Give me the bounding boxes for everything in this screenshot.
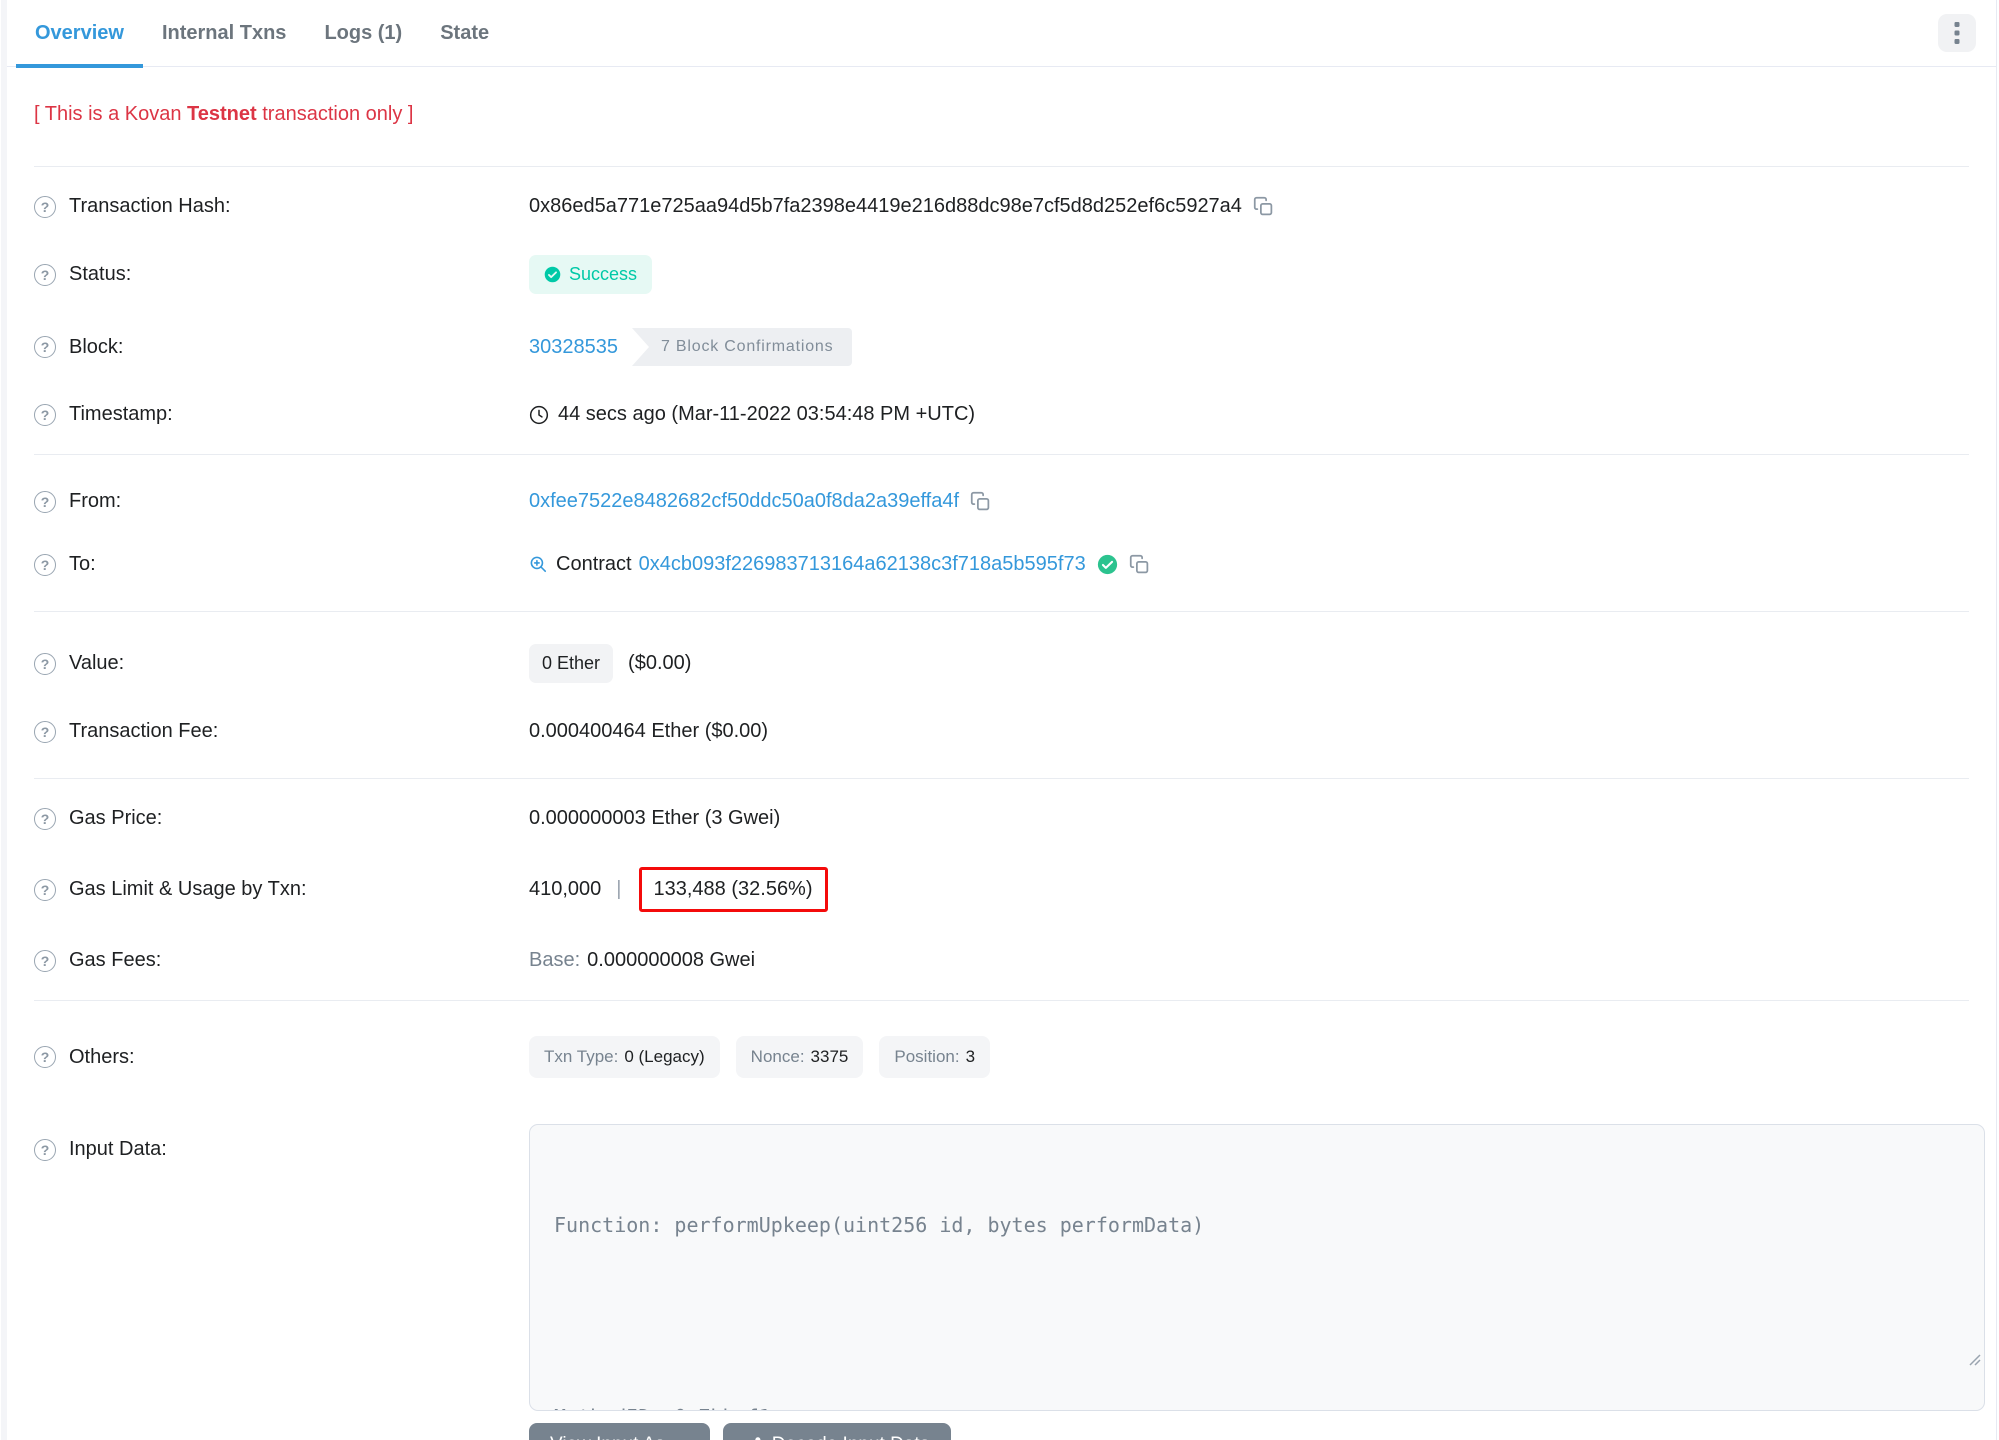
row-gas-price: ? Gas Price: 0.000000003 Ether (3 Gwei) [34, 787, 1969, 850]
help-icon[interactable]: ? [34, 263, 56, 286]
row-status: ? Status: Success [34, 238, 1969, 311]
base-fee-value: 0.000000008 Gwei [587, 949, 756, 971]
input-line [554, 1305, 1960, 1337]
decode-input-data-button[interactable]: Decode Input Data [722, 1423, 952, 1440]
copy-to-button[interactable] [1129, 554, 1150, 575]
row-gas-fees: ? Gas Fees: Base: 0.000000008 Gwei [34, 929, 1969, 992]
help-icon[interactable]: ? [34, 490, 56, 513]
tab-overview[interactable]: Overview [16, 0, 143, 68]
row-input-data: ? Input Data: Function: performUpkeep(uin… [34, 1107, 1985, 1440]
section-gas: ? Gas Price: 0.000000003 Ether (3 Gwei) ?… [34, 779, 1969, 1000]
transaction-fee-label: Transaction Fee: [69, 720, 219, 742]
page-edge [1, 0, 7, 1440]
testnet-warning: [ This is a Kovan Testnet transaction on… [34, 103, 414, 125]
row-transaction-hash: ? Transaction Hash: 0x86ed5a771e725aa94d5… [34, 175, 1969, 238]
row-transaction-fee: ? Transaction Fee: 0.000400464 Ether ($0.… [34, 700, 1969, 763]
from-label: From: [69, 490, 122, 512]
value-label: Value: [69, 652, 125, 674]
tab-internal-txns[interactable]: Internal Txns [143, 0, 305, 67]
transaction-hash-label: Transaction Hash: [69, 195, 231, 217]
copy-from-button[interactable] [970, 491, 991, 512]
row-others: ? Others: Txn Type: 0 (Legacy) Nonce: 3375 … [34, 1019, 1969, 1095]
clock-icon [529, 405, 549, 424]
to-label: To: [69, 553, 96, 575]
row-from: ? From: 0xfee7522e8482682cf50ddc50a0f8da2… [34, 470, 1969, 533]
input-data-label: Input Data: [69, 1138, 167, 1160]
zoom-in-icon[interactable] [529, 555, 548, 574]
gas-usage-value: 133,488 (32.56%) [653, 878, 813, 900]
gas-usage-annotation-box: 133,488 (32.56%) [638, 867, 828, 912]
section-value: ? Value: 0 Ether ($0.00) ? Transaction Fee… [34, 612, 1969, 778]
help-icon[interactable]: ? [34, 1046, 56, 1068]
tab-bar: Overview Internal Txns Logs (1) State [7, 0, 1996, 68]
txn-type-badge: Txn Type: 0 (Legacy) [529, 1036, 720, 1078]
from-address-link[interactable]: 0xfee7522e8482682cf50ddc50a0f8da2a39effa… [529, 490, 959, 513]
row-to: ? To: Contract 0x4cb093f226983713164a6213… [34, 533, 1969, 596]
section-summary: ? Transaction Hash: 0x86ed5a771e725aa94d5… [34, 167, 1969, 454]
help-icon[interactable]: ? [34, 403, 56, 426]
help-icon[interactable]: ? [34, 336, 56, 358]
row-timestamp: ? Timestamp: 44 secs ago (Mar-11-2022 03:… [34, 383, 1969, 446]
help-icon[interactable]: ? [34, 807, 56, 830]
position-badge: Position: 3 [879, 1036, 991, 1078]
copy-icon [1253, 196, 1273, 216]
status-label: Status: [69, 263, 132, 285]
value-usd: ($0.00) [628, 652, 692, 674]
transaction-hash-value: 0x86ed5a771e725aa94d5b7fa2398e4419e216d8… [529, 195, 1242, 217]
help-icon[interactable]: ? [34, 720, 56, 743]
kebab-menu-icon [1954, 22, 1960, 44]
section-parties: ? From: 0xfee7522e8482682cf50ddc50a0f8da2… [34, 455, 1969, 611]
nonce-badge: Nonce: 3375 [735, 1036, 864, 1078]
help-icon[interactable]: ? [34, 949, 56, 972]
section-others-input: ? Others: Txn Type: 0 (Legacy) Nonce: 3375 … [34, 1001, 1985, 1440]
verified-contract-badge [1097, 554, 1118, 575]
help-icon[interactable]: ? [34, 652, 56, 675]
block-number-link[interactable]: 30328535 [529, 336, 618, 359]
gas-fees-label: Gas Fees: [69, 949, 162, 971]
tab-logs[interactable]: Logs (1) [305, 0, 421, 67]
transaction-overview-card: Overview Internal Txns Logs (1) State [ … [1, 0, 1997, 1440]
others-label: Others: [69, 1045, 135, 1068]
input-line: Function: performUpkeep(uint256 id, byte… [554, 1213, 1205, 1237]
view-input-as-button[interactable]: View Input As [529, 1423, 710, 1440]
success-check-icon [544, 266, 561, 283]
input-line: MethodID: 0x7bbaf1ea [554, 1401, 1960, 1410]
status-badge: Success [529, 255, 653, 294]
resize-grip[interactable] [1798, 1311, 1981, 1407]
base-fee-label: Base: [529, 949, 581, 971]
copy-hash-button[interactable] [1253, 196, 1274, 217]
block-confirmations-badge: 7 Block Confirmations [631, 328, 853, 366]
input-data-textarea[interactable]: Function: performUpkeep(uint256 id, byte… [529, 1124, 1985, 1411]
value-amount-badge: 0 Ether [529, 644, 614, 683]
gas-limit-value: 410,000 [529, 878, 602, 900]
copy-icon [1129, 554, 1148, 574]
row-block: ? Block: 30328535 7 Block Confirmations [34, 311, 1969, 383]
help-icon[interactable]: ? [34, 1138, 56, 1161]
gas-price-value: 0.000000003 Ether (3 Gwei) [529, 807, 781, 829]
to-contract-link[interactable]: 0x4cb093f226983713164a62138c3f718a5b595f… [639, 553, 1086, 576]
timestamp-value: 44 secs ago (Mar-11-2022 03:54:48 PM +UT… [558, 403, 976, 425]
gas-separator: | [616, 878, 622, 900]
timestamp-label: Timestamp: [69, 403, 173, 425]
tab-state[interactable]: State [421, 0, 508, 67]
gas-price-label: Gas Price: [69, 807, 163, 829]
decode-icon [754, 1436, 761, 1440]
row-gas-limit-usage: ? Gas Limit & Usage by Txn: 410,000 | 133… [34, 850, 1969, 929]
more-options-button[interactable] [1938, 14, 1976, 52]
row-value: ? Value: 0 Ether ($0.00) [34, 627, 1969, 700]
help-icon[interactable]: ? [34, 195, 56, 218]
verified-check-icon [1097, 554, 1117, 575]
help-icon[interactable]: ? [34, 553, 56, 576]
block-label: Block: [69, 335, 124, 358]
copy-icon [970, 491, 990, 511]
help-icon[interactable]: ? [34, 878, 56, 901]
transaction-fee-value: 0.000400464 Ether ($0.00) [529, 720, 769, 742]
gas-limit-label: Gas Limit & Usage by Txn: [69, 878, 307, 900]
contract-word: Contract [556, 553, 632, 575]
